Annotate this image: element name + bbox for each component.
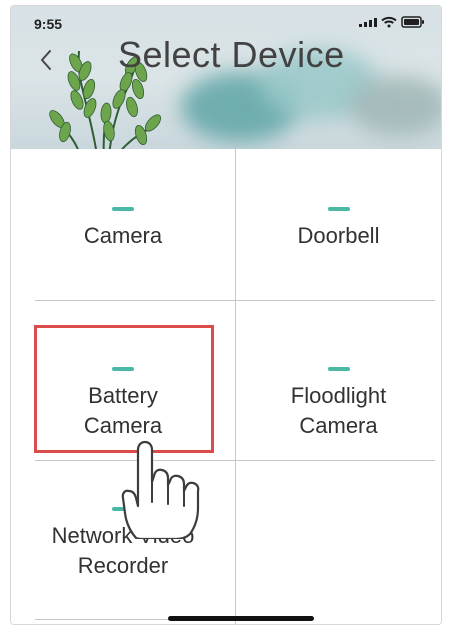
device-option-doorbell[interactable]: Doorbell	[236, 207, 441, 251]
wifi-icon	[381, 16, 397, 28]
device-label: Camera	[83, 223, 163, 248]
battery-icon	[401, 16, 424, 28]
device-option-network-video-recorder[interactable]: Network Video Recorder	[11, 507, 235, 581]
signal-icon	[359, 18, 377, 27]
device-indicator-dash	[327, 207, 350, 211]
status-icons	[359, 16, 425, 28]
grid-divider-horizontal	[35, 460, 435, 461]
status-time: 9:55	[34, 16, 63, 32]
device-indicator-dash	[112, 507, 134, 511]
device-label: Floodlight Camera	[290, 383, 387, 438]
header-banner: 9:55 Select Device	[11, 6, 441, 149]
home-indicator	[168, 616, 314, 621]
device-indicator-dash	[327, 367, 350, 371]
device-indicator-dash	[112, 207, 134, 211]
device-option-camera[interactable]: Camera	[11, 207, 235, 251]
device-grid: Camera Doorbell Battery Camera Floodligh…	[11, 149, 441, 624]
chevron-left-icon[interactable]	[37, 48, 55, 72]
device-label: Doorbell	[297, 223, 380, 248]
device-indicator-dash	[112, 367, 134, 371]
background-blur-shape	[349, 76, 441, 136]
grid-divider-horizontal	[35, 300, 435, 301]
device-option-floodlight-camera[interactable]: Floodlight Camera	[236, 367, 441, 441]
device-label: Network Video Recorder	[51, 523, 195, 578]
phone-screen: 9:55 Select Device Camera Doorbell Batte…	[10, 5, 442, 625]
device-label: Battery Camera	[83, 383, 163, 438]
device-option-battery-camera[interactable]: Battery Camera	[11, 367, 235, 441]
page-title: Select Device	[118, 34, 345, 75]
